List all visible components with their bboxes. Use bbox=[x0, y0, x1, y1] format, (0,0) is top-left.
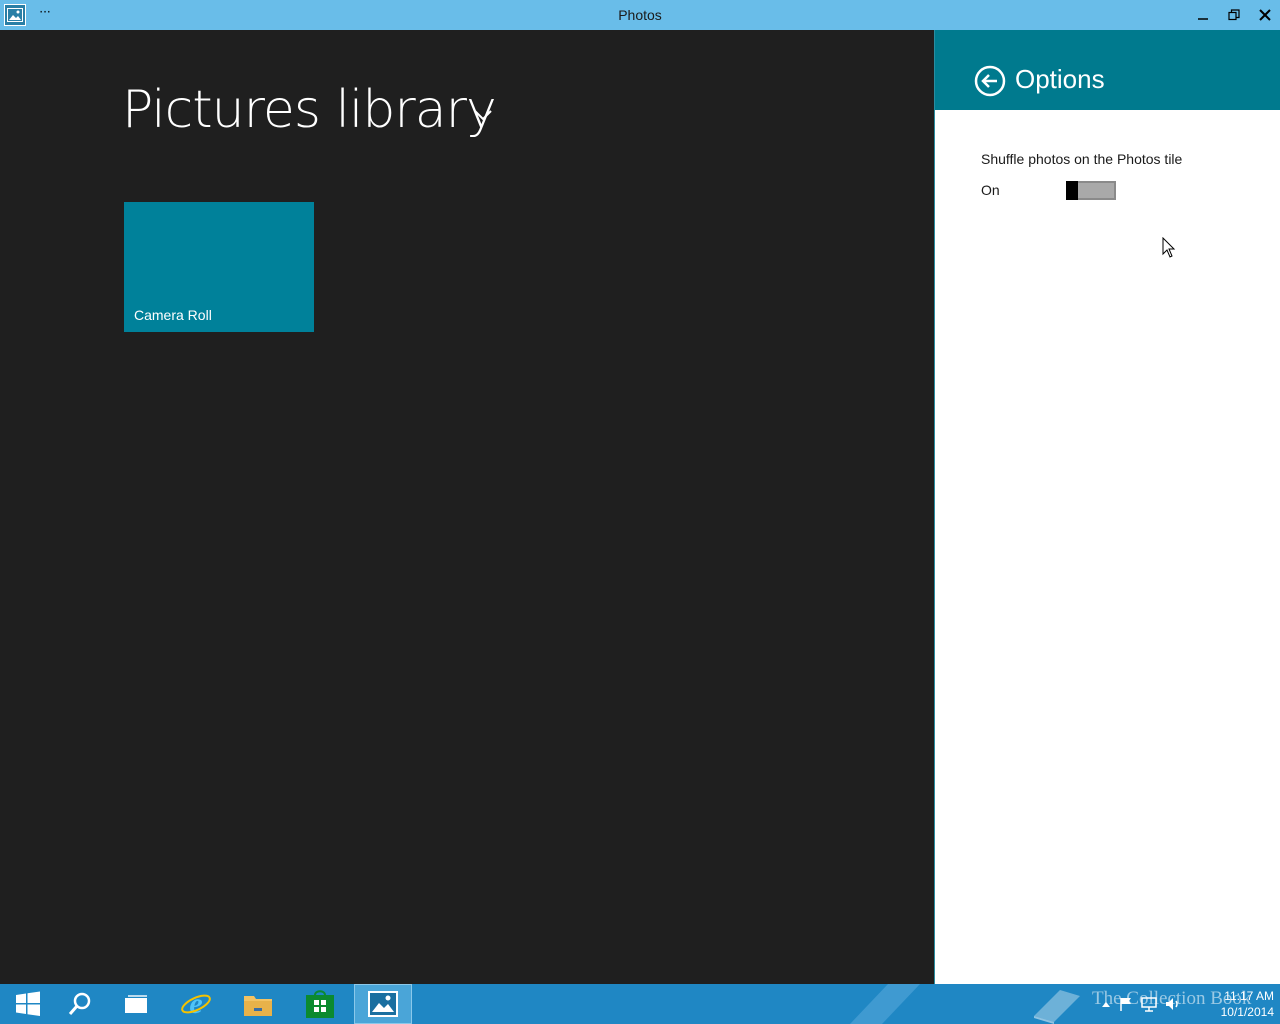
tile-label: Camera Roll bbox=[134, 307, 212, 323]
windows-start-icon bbox=[16, 991, 40, 1016]
photos-icon bbox=[368, 991, 398, 1017]
shuffle-setting-label: Shuffle photos on the Photos tile bbox=[981, 151, 1183, 167]
close-button[interactable] bbox=[1250, 0, 1280, 30]
main-content: Pictures library Camera Roll bbox=[0, 30, 934, 984]
internet-explorer-icon: e bbox=[181, 988, 211, 1020]
photos-taskbar-button[interactable] bbox=[354, 984, 412, 1024]
flyout-title: Options bbox=[1015, 64, 1105, 94]
clock-date: 10/1/2014 bbox=[1220, 1005, 1274, 1019]
flyout-header: Options bbox=[935, 30, 1280, 110]
task-view-button[interactable] bbox=[108, 984, 164, 1024]
window-title: Photos bbox=[618, 7, 662, 23]
minimize-icon bbox=[1198, 18, 1208, 20]
close-icon bbox=[1259, 9, 1271, 21]
system-tray bbox=[1100, 984, 1182, 1024]
tray-overflow-icon[interactable] bbox=[1100, 998, 1112, 1010]
mouse-cursor-icon bbox=[1162, 237, 1176, 258]
app-commands-menu[interactable]: ··· bbox=[38, 2, 52, 24]
search-icon bbox=[68, 992, 91, 1015]
search-button[interactable] bbox=[52, 984, 108, 1024]
options-flyout: Options Shuffle photos on the Photos til… bbox=[934, 30, 1280, 984]
back-arrow-icon[interactable] bbox=[974, 65, 1006, 97]
taskbar-clock[interactable]: 11:17 AM 10/1/2014 bbox=[1200, 988, 1274, 1020]
file-explorer-icon bbox=[244, 996, 272, 1016]
page-title[interactable]: Pictures library bbox=[122, 80, 497, 140]
minimize-button[interactable] bbox=[1188, 0, 1218, 30]
network-icon[interactable] bbox=[1140, 996, 1158, 1012]
internet-explorer-button[interactable]: e bbox=[168, 984, 224, 1024]
action-center-flag-icon[interactable] bbox=[1118, 996, 1134, 1012]
taskbar-decoration bbox=[850, 984, 920, 1024]
shuffle-state-text: On bbox=[981, 182, 1000, 198]
task-view-icon bbox=[125, 995, 147, 1013]
store-button[interactable] bbox=[292, 984, 348, 1024]
watermark-book-icon bbox=[1034, 990, 1080, 1024]
title-bar: ··· Photos bbox=[0, 0, 1280, 30]
restore-icon bbox=[1228, 9, 1240, 21]
chevron-down-icon[interactable] bbox=[473, 108, 493, 122]
volume-icon[interactable] bbox=[1164, 996, 1182, 1012]
clock-time: 11:17 AM bbox=[1224, 989, 1274, 1003]
folder-tile-camera-roll[interactable]: Camera Roll bbox=[124, 202, 314, 332]
file-explorer-button[interactable] bbox=[230, 984, 286, 1024]
restore-button[interactable] bbox=[1219, 0, 1249, 30]
toggle-thumb[interactable] bbox=[1066, 181, 1078, 200]
store-icon bbox=[306, 990, 334, 1018]
start-button[interactable] bbox=[0, 984, 56, 1024]
shuffle-toggle[interactable] bbox=[1066, 181, 1116, 200]
taskbar: e The Collection Book 11:17 AM 10/1/2014 bbox=[0, 984, 1280, 1024]
svg-text:e: e bbox=[189, 988, 202, 1020]
photos-app-icon[interactable] bbox=[4, 4, 26, 26]
